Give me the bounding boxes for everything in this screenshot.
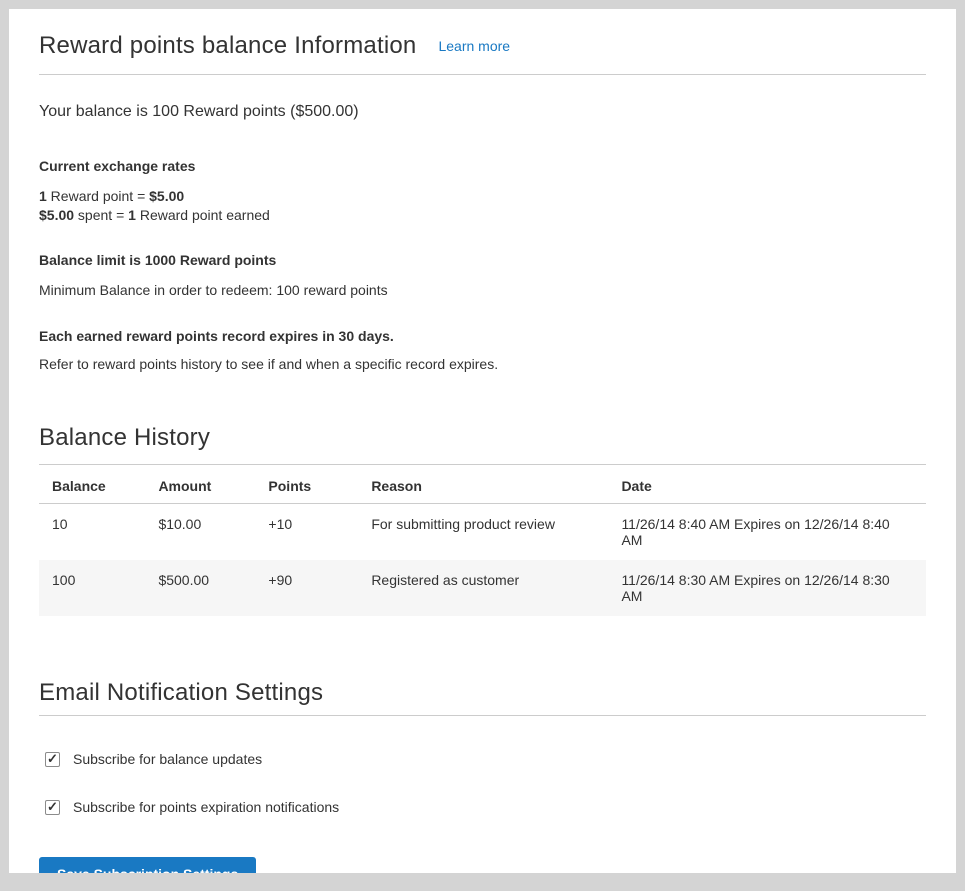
- expiration-hint: Refer to reward points history to see if…: [39, 356, 926, 373]
- cell-amount: $10.00: [145, 504, 255, 561]
- balance-updates-row: Subscribe for balance updates: [45, 751, 926, 768]
- page-title: Reward points balance Information: [39, 34, 416, 58]
- column-header-balance: Balance: [39, 465, 145, 504]
- cell-balance: 10: [39, 504, 145, 561]
- balance-updates-label[interactable]: Subscribe for balance updates: [73, 751, 262, 768]
- balance-limit-text: Balance limit is 1000 Reward points: [39, 252, 926, 269]
- cell-amount: $500.00: [145, 560, 255, 616]
- rate2-value: $5.00: [39, 207, 74, 223]
- column-header-reason: Reason: [358, 465, 608, 504]
- divider: [39, 74, 926, 75]
- rate2-text: spent =: [74, 207, 128, 223]
- cell-points: +10: [255, 504, 358, 561]
- rate2-post: Reward point earned: [136, 207, 270, 223]
- rate1-text: Reward point =: [47, 188, 149, 204]
- expiration-notice: Each earned reward points record expires…: [39, 328, 926, 345]
- cell-points: +90: [255, 560, 358, 616]
- table-header-row: Balance Amount Points Reason Date: [39, 465, 926, 504]
- reward-points-panel: Reward points balance Information Learn …: [9, 9, 956, 873]
- cell-balance: 100: [39, 560, 145, 616]
- expiration-notifications-label[interactable]: Subscribe for points expiration notifica…: [73, 799, 339, 816]
- column-header-date: Date: [608, 465, 926, 504]
- rate1-value: $5.00: [149, 188, 184, 204]
- balance-history-table: Balance Amount Points Reason Date 10 $10…: [39, 464, 926, 616]
- table-row: 10 $10.00 +10 For submitting product rev…: [39, 504, 926, 561]
- cell-reason: For submitting product review: [358, 504, 608, 561]
- table-row: 100 $500.00 +90 Registered as customer 1…: [39, 560, 926, 616]
- exchange-rates-heading: Current exchange rates: [39, 158, 926, 175]
- learn-more-link[interactable]: Learn more: [438, 38, 510, 54]
- balance-history-heading: Balance History: [39, 424, 926, 452]
- balance-updates-checkbox[interactable]: [45, 752, 60, 767]
- expiration-notifications-row: Subscribe for points expiration notifica…: [45, 799, 926, 816]
- divider: [39, 715, 926, 716]
- cell-date: 11/26/14 8:40 AM Expires on 12/26/14 8:4…: [608, 504, 926, 561]
- rate1-points: 1: [39, 188, 47, 204]
- email-settings-heading: Email Notification Settings: [39, 679, 926, 707]
- page-header: Reward points balance Information Learn …: [39, 34, 926, 58]
- column-header-amount: Amount: [145, 465, 255, 504]
- save-subscription-button[interactable]: Save Subscription Settings: [39, 857, 256, 873]
- minimum-balance-text: Minimum Balance in order to redeem: 100 …: [39, 282, 926, 299]
- exchange-rates-lines: 1 Reward point = $5.00 $5.00 spent = 1 Re…: [39, 187, 926, 224]
- rate2-points: 1: [128, 207, 136, 223]
- cell-date: 11/26/14 8:30 AM Expires on 12/26/14 8:3…: [608, 560, 926, 616]
- cell-reason: Registered as customer: [358, 560, 608, 616]
- balance-summary: Your balance is 100 Reward points ($500.…: [39, 102, 926, 121]
- expiration-notifications-checkbox[interactable]: [45, 800, 60, 815]
- column-header-points: Points: [255, 465, 358, 504]
